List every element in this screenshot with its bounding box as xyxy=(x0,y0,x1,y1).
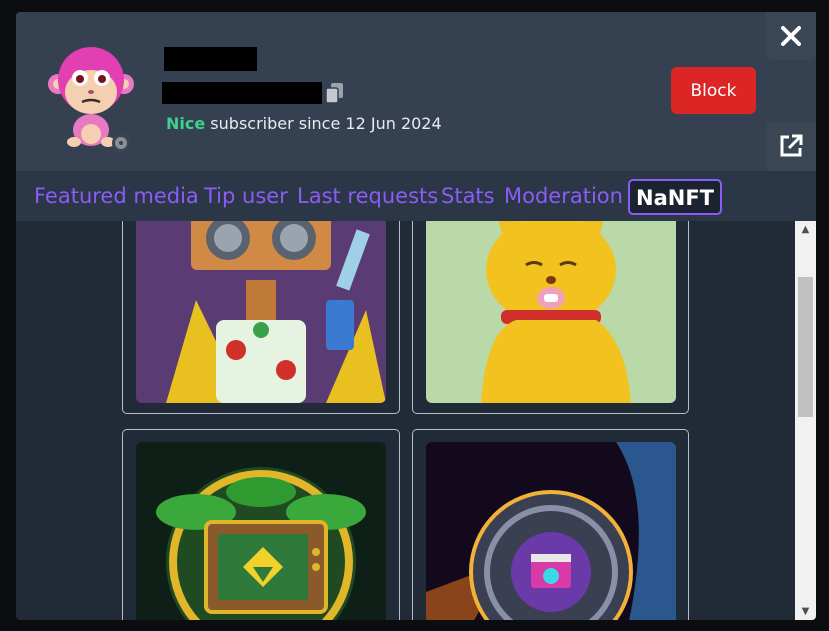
nft-card-cat[interactable]: ✳ xyxy=(412,221,689,414)
nft-card-coin[interactable] xyxy=(412,429,689,620)
external-link-icon xyxy=(780,134,803,157)
open-external-button[interactable] xyxy=(766,121,816,171)
close-icon xyxy=(781,26,801,46)
tab-moderation[interactable]: Moderation xyxy=(504,179,623,215)
rank-label: Nice xyxy=(166,114,206,133)
profile-tabs: Featured media Tip user Last requests St… xyxy=(16,171,816,221)
tab-tip-user[interactable]: Tip user xyxy=(204,179,288,215)
redacted-address xyxy=(162,82,322,104)
redacted-username xyxy=(164,47,257,71)
scrollbar[interactable]: ▲ ▼ xyxy=(795,221,816,620)
tab-stats[interactable]: Stats xyxy=(441,179,495,215)
copy-icon[interactable] xyxy=(325,82,345,104)
since-text: subscriber since 12 Jun 2024 xyxy=(205,114,442,133)
block-button[interactable]: Block xyxy=(671,67,756,114)
nft-card-jungle-tv[interactable] xyxy=(122,429,400,620)
user-profile-modal: Nice subscriber since 12 Jun 2024 Block … xyxy=(16,12,816,620)
tab-nanft[interactable]: NaNFT xyxy=(628,179,722,215)
tv-art-icon xyxy=(136,442,386,620)
profile-header: Nice subscriber since 12 Jun 2024 Block xyxy=(16,12,816,171)
nft-card-robot[interactable] xyxy=(122,221,400,414)
nft-grid: ✳ xyxy=(16,221,798,620)
status-indicator xyxy=(112,134,130,152)
coin-art-icon xyxy=(426,442,676,620)
robot-art-icon xyxy=(136,221,386,403)
tab-last-requests[interactable]: Last requests xyxy=(297,179,438,215)
scroll-up-arrow-icon[interactable]: ▲ xyxy=(795,221,816,238)
cat-art-icon: ✳ xyxy=(426,221,676,403)
close-button[interactable] xyxy=(766,12,816,60)
subscriber-since: Nice subscriber since 12 Jun 2024 xyxy=(166,114,442,133)
scrollbar-thumb[interactable] xyxy=(798,277,813,417)
tab-featured-media[interactable]: Featured media xyxy=(34,179,199,215)
scroll-down-arrow-icon[interactable]: ▼ xyxy=(795,603,816,620)
